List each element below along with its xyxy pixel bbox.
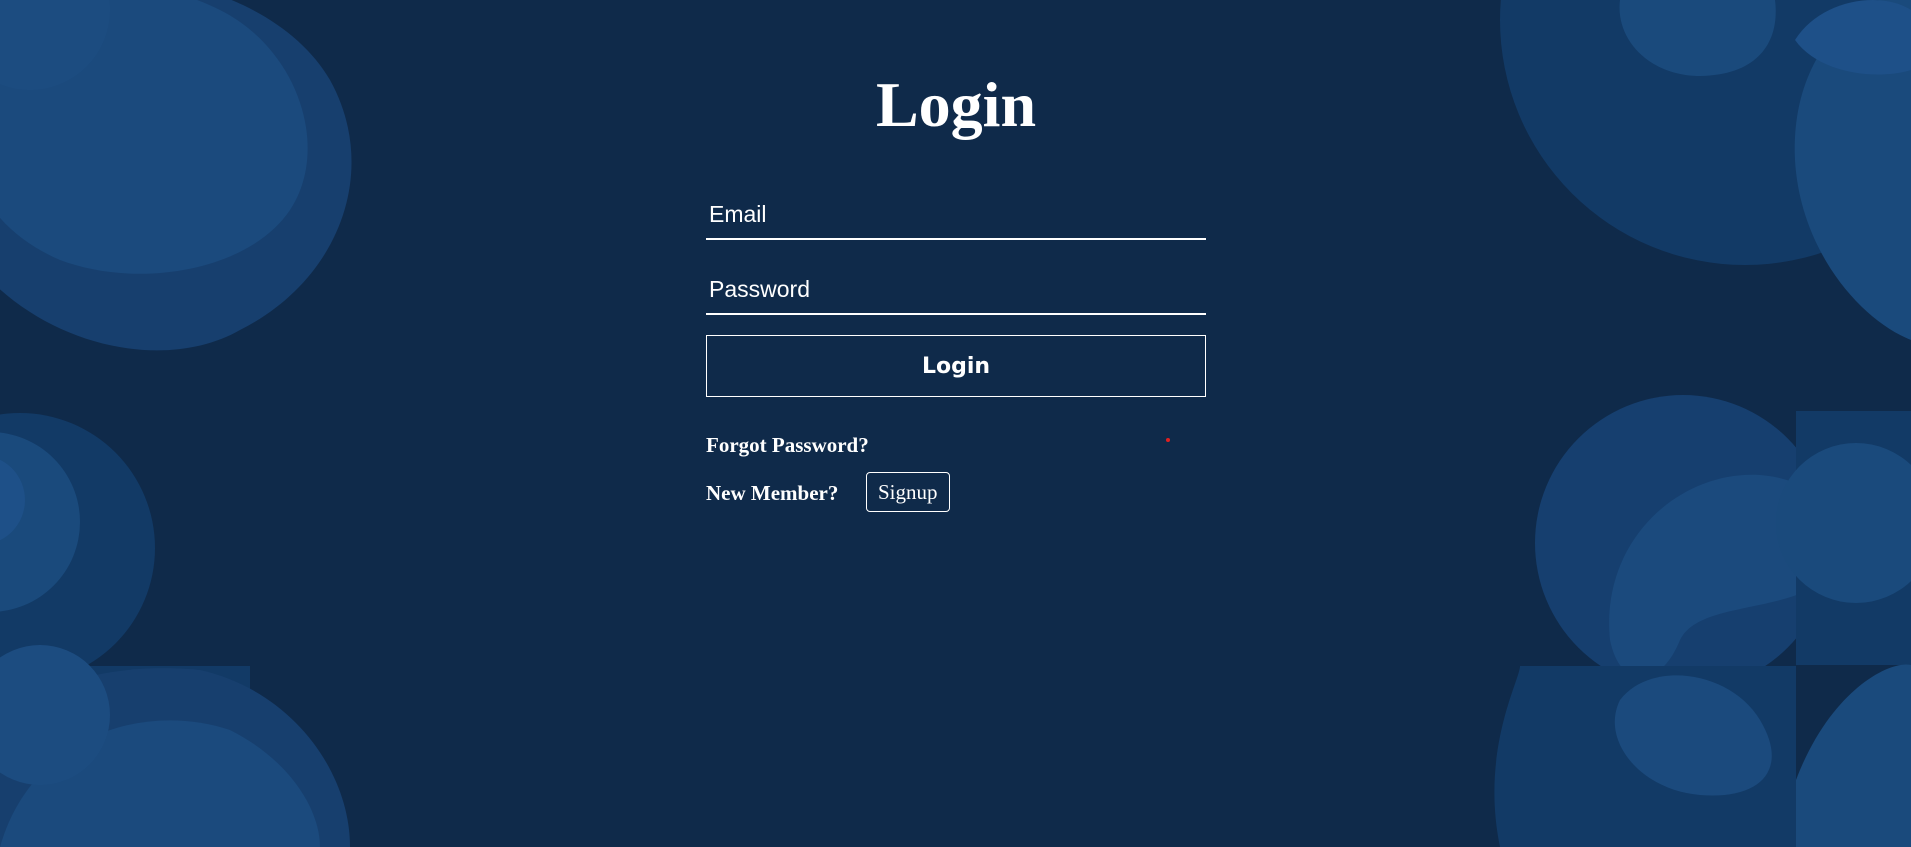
background-blob [1796,664,1911,847]
page-title: Login [875,69,1037,140]
login-button[interactable]: Login [706,335,1206,397]
email-field[interactable] [706,190,1206,238]
password-field-wrapper [706,265,1206,315]
forgot-password-link[interactable]: Forgot Password? [706,433,869,458]
email-field-wrapper [706,190,1206,240]
signup-button[interactable]: Signup [866,472,950,512]
new-member-row: New Member? Signup [706,472,1106,512]
new-member-label: New Member? [706,481,839,505]
password-field[interactable] [706,265,1206,313]
red-dot-marker [1166,438,1170,442]
login-panel: Login Login Forgot Password? New Member?… [706,60,1206,512]
